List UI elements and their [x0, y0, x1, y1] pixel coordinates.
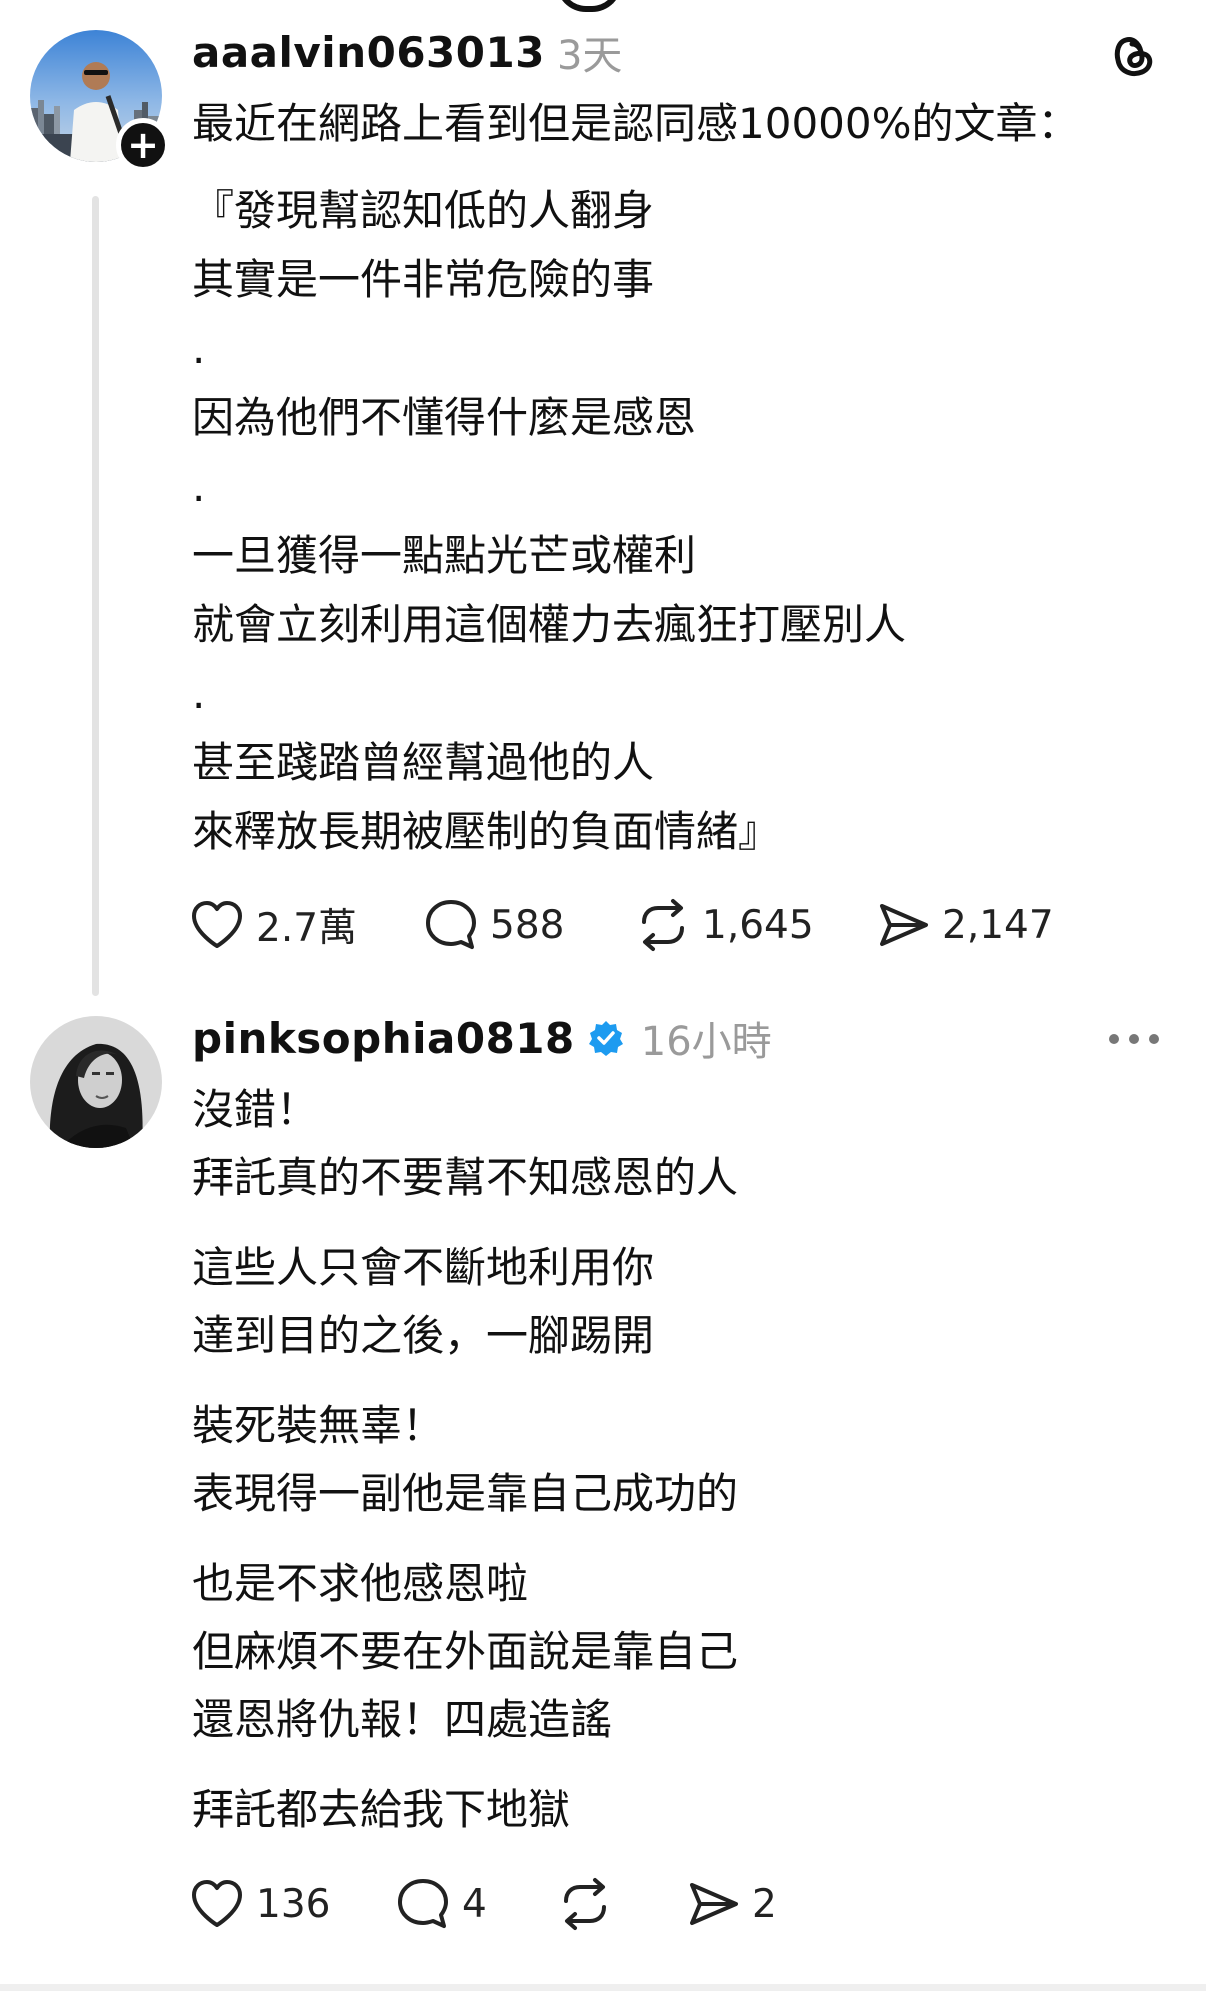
reply-line: 沒錯！ [192, 1085, 319, 1134]
bottom-divider [0, 1984, 1206, 1991]
reply-share-button[interactable]: 2 [686, 1872, 777, 1936]
comment-icon [398, 1879, 448, 1928]
reply-line: 也是不求他感恩啦 [192, 1559, 529, 1608]
reply-line: 還恩將仇報！四處造謠 [192, 1695, 613, 1744]
send-icon [690, 1883, 738, 1925]
reply-action-bar: 136 4 2 [0, 1872, 1206, 1936]
reply-line: 這些人只會不斷地利用你 [192, 1243, 655, 1292]
reply-line: 達到目的之後，一腳踢開 [192, 1311, 655, 1360]
reply-like-button[interactable]: 136 [190, 1872, 330, 1936]
reply-username[interactable]: pinksophia0818 [192, 1014, 575, 1063]
reply-comment-button[interactable]: 4 [396, 1872, 487, 1936]
reply-timestamp: 16小時 [640, 1019, 772, 1065]
repost-icon [564, 1878, 606, 1930]
reply-avatar[interactable] [30, 1016, 162, 1148]
heart-icon [192, 1880, 242, 1927]
reply-repost-button[interactable] [558, 1872, 612, 1936]
reply-header: pinksophia0818 16小時 [192, 1008, 772, 1068]
reply-line: 拜託真的不要幫不知感恩的人 [192, 1153, 739, 1202]
reply-comment-count: 4 [462, 1881, 487, 1927]
reply-line: 但麻煩不要在外面說是靠自己 [192, 1627, 739, 1676]
reply-post: pinksophia0818 16小時 沒錯！ 拜託真的不要幫不知感恩的人 這些… [0, 0, 1206, 1984]
reply-share-count: 2 [752, 1881, 777, 1927]
more-icon[interactable] [1106, 1024, 1162, 1054]
reply-line: 裝死裝無辜！ [192, 1401, 445, 1450]
verified-badge-icon [587, 1019, 625, 1057]
reply-line: 拜託都去給我下地獄 [192, 1785, 571, 1834]
reply-like-count: 136 [256, 1881, 331, 1927]
reply-line: 表現得一副他是靠自己成功的 [192, 1469, 739, 1518]
reply-avatar-image [30, 1016, 162, 1148]
